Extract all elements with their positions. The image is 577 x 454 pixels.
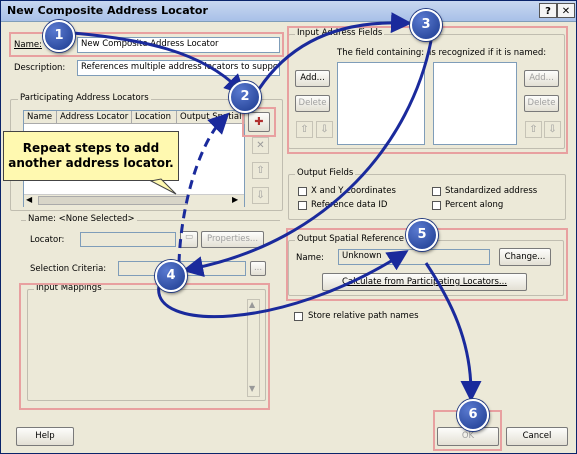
step-4-marker: 4: [155, 260, 187, 292]
arrows-overlay: [72, 12, 482, 402]
arrow-3-to-4: [182, 40, 433, 277]
step-6-marker: 6: [457, 399, 489, 431]
dialog-window: New Composite Address Locator ? ✕ Name: …: [0, 0, 577, 454]
step-5-marker: 5: [406, 219, 438, 251]
arrow-5-to-6: [424, 262, 482, 402]
arrow-4-to-5: [157, 250, 409, 319]
step-2-marker: 2: [229, 81, 261, 113]
arrow-4-to-2-dashed: [177, 112, 230, 264]
callout-pointer: [149, 178, 177, 195]
step-1-marker: 1: [43, 20, 75, 52]
step-3-marker: 3: [410, 9, 442, 41]
arrow-2-to-3: [257, 12, 412, 90]
arrow-1-to-2: [72, 31, 246, 96]
